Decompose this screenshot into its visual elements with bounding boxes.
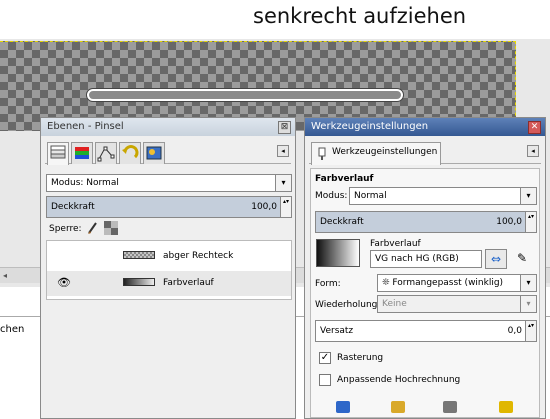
layers-tab-row: ◂ (45, 140, 291, 165)
check-icon: ✓ (320, 352, 330, 363)
chevron-down-icon: ▾ (520, 296, 536, 312)
channels-icon (75, 147, 89, 159)
gradient-label: Farbverlauf (370, 239, 421, 249)
tab-tool-options[interactable]: Werkzeugeinstellungen (311, 142, 441, 165)
layer-row[interactable]: abger Rechteck (47, 244, 291, 269)
opacity-value: 100,0 (496, 217, 522, 227)
tab-paths[interactable] (95, 142, 117, 164)
chevron-down-icon: ▾ (520, 275, 536, 291)
close-icon[interactable]: ✕ (528, 121, 541, 134)
shape-value: Formangepasst (winklig) (392, 278, 504, 288)
tab-undo-history[interactable] (119, 142, 141, 164)
opacity-value: 100,0 (251, 202, 277, 212)
delete-preset-icon[interactable] (443, 401, 457, 413)
offset-label: Versatz (320, 326, 354, 336)
eye-icon[interactable]: 👁 (57, 276, 71, 289)
lock-pixels-brush-icon[interactable] (87, 221, 99, 235)
layer-name: abger Rechteck (163, 251, 234, 261)
gradient-value: VG nach HG (RGB) (375, 254, 459, 264)
tool-tab-row: Werkzeugeinstellungen ◂ (309, 140, 541, 165)
lock-label: Sperre: (49, 224, 82, 234)
tool-options-titlebar[interactable]: Werkzeugeinstellungen ✕ (305, 118, 545, 136)
tool-name: Farbverlauf (315, 174, 374, 184)
tool-options-title: Werkzeugeinstellungen (311, 121, 429, 132)
layers-dialog: Ebenen - Pinsel ⊠ ◂ Modus: Normal ▾ Deck… (40, 117, 296, 419)
layer-thumbnail (123, 251, 155, 259)
repeat-select[interactable]: Keine ▾ (377, 295, 537, 313)
spin-icon[interactable]: ▴▾ (525, 212, 536, 232)
lock-alpha-icon[interactable] (104, 221, 118, 235)
lock-row: Sperre: (49, 224, 82, 234)
reverse-gradient-button[interactable]: ⇔ (485, 249, 507, 269)
mode-label: Modus: (315, 191, 348, 201)
reset-icon[interactable] (499, 401, 513, 413)
layers-stack-icon (50, 145, 66, 159)
chevron-down-icon: ▾ (275, 175, 291, 191)
gradient-preview[interactable] (316, 239, 360, 267)
shape-icon: ❊ (382, 278, 390, 288)
tab-channels[interactable] (71, 142, 93, 164)
tab-label: Werkzeugeinstellungen (332, 147, 438, 157)
layer-thumbnail (123, 278, 155, 286)
tab-layers[interactable] (47, 142, 69, 165)
paths-icon (97, 146, 115, 162)
layer-mode-row: Modus: Normal ▾ (46, 174, 292, 192)
reverse-arrows-icon: ⇔ (490, 252, 502, 266)
scroll-left-icon[interactable]: ◂ (3, 271, 7, 280)
opacity-slider[interactable]: Deckkraft 100,0 ▴▾ (315, 211, 537, 233)
rounded-rectangle-selection (87, 89, 403, 101)
save-preset-icon[interactable] (336, 401, 350, 413)
offset-value: 0,0 (507, 326, 522, 336)
spin-icon[interactable]: ▴▾ (280, 197, 291, 217)
tab-menu-icon[interactable]: ◂ (277, 145, 289, 157)
supersampling-label: Anpassende Hochrechnung (337, 375, 461, 385)
opacity-label: Deckkraft (320, 217, 364, 227)
tool-options-content: Farbverlauf Modus: Normal ▾ Deckkraft 10… (310, 168, 540, 418)
layer-row[interactable]: 👁 Farbverlauf (47, 271, 291, 296)
offset-slider[interactable]: Versatz 0,0 ▴▾ (315, 320, 537, 342)
chevron-down-icon: ▾ (520, 188, 536, 204)
supersampling-checkbox[interactable] (319, 374, 331, 386)
spin-icon[interactable]: ▴▾ (525, 321, 536, 341)
opacity-label: Deckkraft (51, 202, 95, 212)
shape-select[interactable]: ❊ Formangepasst (winklig) ▾ (377, 274, 537, 292)
tool-options-dialog: Werkzeugeinstellungen ✕ Werkzeugeinstell… (304, 117, 546, 419)
close-icon[interactable]: ⊠ (278, 121, 291, 134)
undo-history-icon (122, 145, 139, 159)
restore-preset-icon[interactable] (391, 401, 405, 413)
mode-select[interactable]: Normal ▾ (349, 187, 537, 205)
layer-name: Farbverlauf (163, 278, 214, 288)
layer-mode-value: Modus: Normal (51, 178, 119, 188)
tab-images[interactable] (143, 142, 165, 164)
layer-mode-select[interactable]: Modus: Normal ▾ (46, 174, 292, 192)
page-heading: senkrecht aufziehen (253, 4, 467, 28)
dithering-label: Rasterung (337, 353, 384, 363)
layers-title: Ebenen - Pinsel (47, 121, 124, 132)
form-label: Form: (315, 279, 341, 289)
dithering-checkbox[interactable]: ✓ (319, 352, 331, 364)
tab-menu-icon[interactable]: ◂ (527, 145, 539, 157)
pencil-icon: ✎ (516, 251, 528, 265)
tool-options-icon (318, 147, 326, 160)
images-icon (146, 146, 162, 160)
gradient-name-field[interactable]: VG nach HG (RGB) (370, 250, 482, 268)
layers-titlebar[interactable]: Ebenen - Pinsel ⊠ (41, 118, 295, 136)
layer-list: abger Rechteck 👁 Farbverlauf (46, 240, 292, 300)
repeat-label: Wiederholung: (315, 300, 381, 310)
repeat-value: Keine (382, 299, 407, 309)
cut-off-text: chen (0, 324, 25, 335)
layer-opacity-slider[interactable]: Deckkraft 100,0 ▴▾ (46, 196, 292, 218)
mode-value: Normal (354, 191, 387, 201)
edit-gradient-button[interactable]: ✎ (511, 249, 533, 269)
